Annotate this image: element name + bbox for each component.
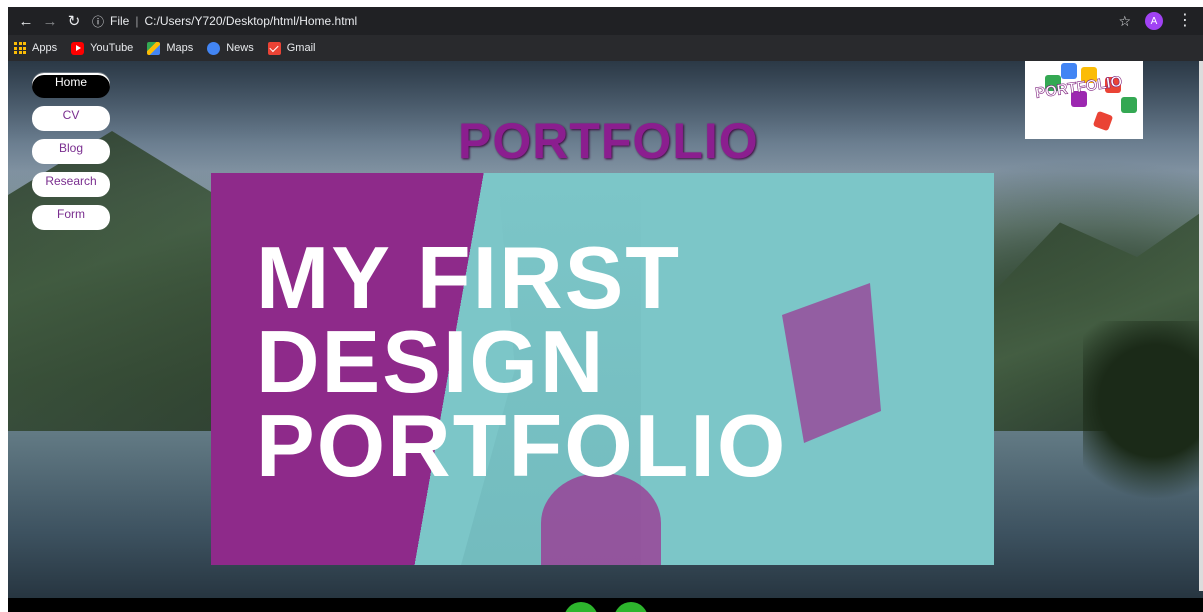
forward-icon[interactable]: → — [40, 11, 60, 31]
portfolio-logo: PORTFOLIO — [1025, 61, 1143, 139]
bookmark-youtube[interactable]: YouTube — [71, 41, 134, 55]
puzzle-piece — [1121, 97, 1137, 113]
footer-bar — [8, 598, 1203, 612]
nav-home-button[interactable]: Home — [32, 73, 110, 98]
reload-icon[interactable]: ↻ — [64, 11, 84, 31]
browser-toolbar: ← → ↻ ⓘ File | C:/Users/Y720/Desktop/htm… — [8, 7, 1203, 35]
page-scrollbar[interactable] — [1199, 61, 1203, 591]
hero-line: PORTFOLIO — [256, 396, 788, 495]
apps-icon — [14, 42, 26, 54]
bookmark-gmail[interactable]: Gmail — [267, 41, 316, 55]
star-icon[interactable]: ☆ — [1118, 13, 1131, 30]
hero-hand — [782, 283, 881, 443]
nav-form-button[interactable]: Form — [32, 205, 110, 230]
nav-cv-button[interactable]: CV — [32, 106, 110, 131]
profile-avatar[interactable]: A — [1145, 12, 1163, 30]
bookmark-label: YouTube — [90, 42, 134, 54]
bookmark-apps[interactable]: Apps — [14, 42, 57, 54]
address-url[interactable]: C:/Users/Y720/Desktop/html/Home.html — [144, 14, 357, 28]
bookmark-label: Maps — [166, 42, 194, 54]
page-viewport: Home CV Blog Research Form PORTFOLIO POR… — [8, 61, 1203, 612]
info-icon[interactable]: ⓘ — [92, 13, 104, 30]
address-bar[interactable]: ⓘ File | C:/Users/Y720/Desktop/html/Home… — [92, 11, 357, 31]
hero-line: MY FIRST — [256, 228, 682, 327]
puzzle-piece — [1061, 63, 1077, 79]
bookmark-label: News — [226, 42, 254, 54]
maps-icon — [147, 41, 161, 55]
youtube-icon — [71, 41, 85, 55]
menu-icon[interactable]: ⋮ — [1177, 13, 1193, 29]
browser-window: ← → ↻ ⓘ File | C:/Users/Y720/Desktop/htm… — [8, 7, 1203, 612]
nav-research-button[interactable]: Research — [32, 172, 110, 197]
hero-banner: MY FIRST DESIGN PORTFOLIO — [211, 173, 994, 565]
bookmarks-bar: Apps YouTube Maps News Gmail — [8, 35, 1203, 61]
gmail-icon — [267, 41, 281, 55]
browser-right-controls: ☆ A ⋮ — [1118, 9, 1203, 33]
back-icon[interactable]: ← — [16, 11, 36, 31]
site-nav: Home CV Blog Research Form — [32, 73, 110, 230]
bookmark-news[interactable]: News — [207, 41, 254, 55]
news-icon — [207, 41, 221, 55]
address-separator: | — [135, 14, 139, 28]
hero-line: DESIGN — [256, 312, 606, 411]
background-trees — [1083, 321, 1203, 521]
bookmark-maps[interactable]: Maps — [147, 41, 194, 55]
bookmark-label: Gmail — [286, 42, 316, 54]
nav-blog-button[interactable]: Blog — [32, 139, 110, 164]
page-title: PORTFOLIO — [458, 113, 759, 169]
bookmark-label: Apps — [32, 42, 58, 54]
puzzle-piece — [1092, 110, 1114, 132]
address-info-label: File — [110, 14, 130, 28]
